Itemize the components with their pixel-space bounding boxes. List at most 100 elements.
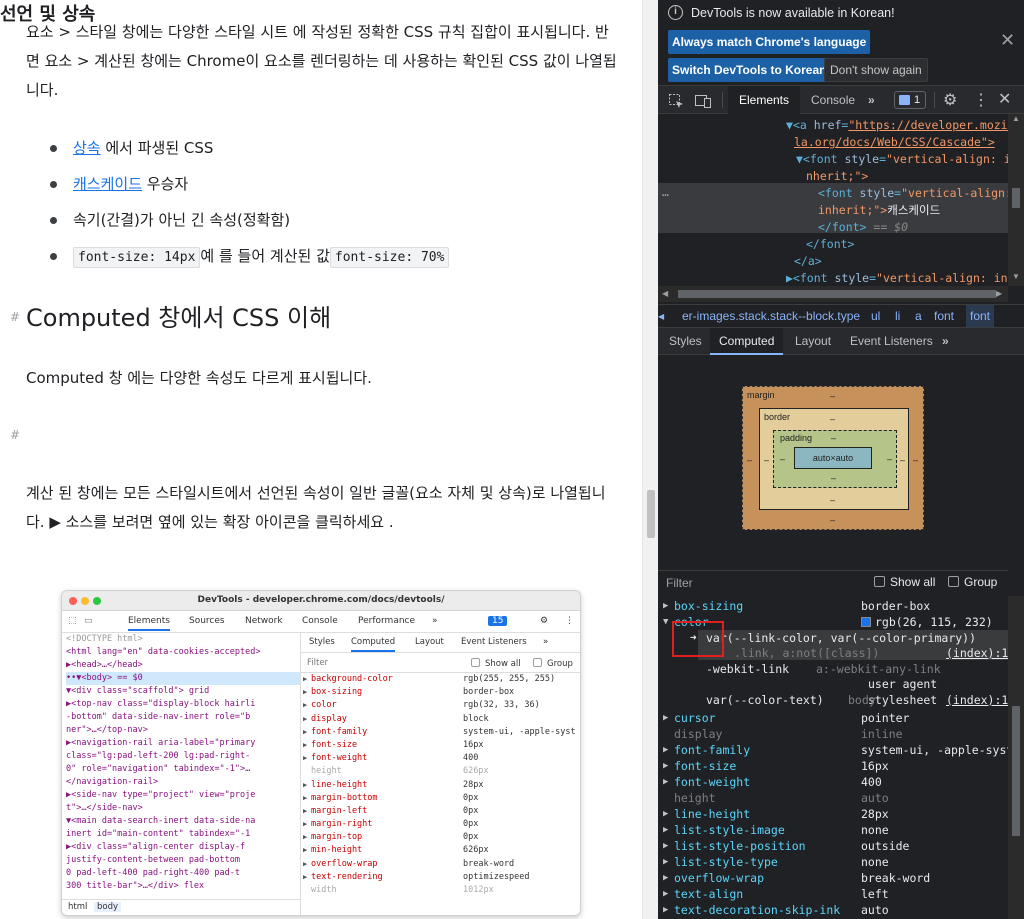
trace-source-link[interactable]: (index):1	[946, 692, 1008, 708]
computed-property-font-size[interactable]: ▶ font-size 16px	[658, 758, 1008, 774]
computed-property-cursor[interactable]: ▶ cursor pointer	[658, 710, 1008, 726]
issues-counter-button[interactable]: 1	[894, 91, 926, 109]
close-icon[interactable]: ✕	[1000, 30, 1015, 51]
more-options-icon[interactable]: ⋮	[973, 90, 989, 110]
box-model-padding-right[interactable]: –	[887, 454, 892, 464]
scroll-left-icon[interactable]: ◀	[662, 289, 668, 298]
computed-property-line-height[interactable]: ▶ line-height 28px	[658, 806, 1008, 822]
box-model-border-bottom[interactable]: –	[830, 495, 835, 505]
dom-line-selected[interactable]: </font> == $0	[818, 219, 908, 236]
more-tabs-chevron-icon[interactable]: »	[868, 93, 875, 107]
box-model-border-right[interactable]: –	[900, 455, 905, 465]
computed-property-display[interactable]: display inline	[658, 726, 1008, 742]
group-checkbox[interactable]: Group	[948, 575, 997, 589]
dom-line[interactable]: nherit;">	[806, 168, 868, 185]
breadcrumb: ◀ er-images.stack.stack--block.type ul l…	[658, 304, 1024, 328]
dom-horizontal-thumb[interactable]	[678, 290, 996, 298]
dom-line[interactable]: ▼<a href="https://developer.mozil	[786, 117, 1008, 134]
heading-anchor[interactable]: #	[10, 428, 20, 442]
tab-computed[interactable]: Computed	[710, 328, 784, 355]
scroll-down-icon[interactable]: ▼	[1012, 272, 1020, 281]
breadcrumb-item-current[interactable]: font	[966, 305, 995, 327]
box-model-padding-left[interactable]: –	[780, 454, 785, 464]
computed-property-list-style-position[interactable]: ▶ list-style-position outside	[658, 838, 1008, 854]
breadcrumb-item[interactable]: font	[934, 309, 954, 323]
box-model-margin-top[interactable]: –	[830, 391, 835, 401]
close-devtools-icon[interactable]: ✕	[998, 89, 1011, 109]
expand-arrow-icon[interactable]: ▶	[663, 758, 668, 774]
dom-line-selected[interactable]: <font style="vertical-align:	[818, 185, 1008, 202]
inspect-element-icon[interactable]	[668, 93, 684, 112]
box-model-padding-top[interactable]: –	[831, 433, 836, 443]
dom-scrollbar-thumb[interactable]	[1012, 188, 1020, 208]
gear-icon[interactable]: ⚙	[943, 90, 957, 110]
always-match-button[interactable]: Always match Chrome's language	[668, 30, 871, 54]
box-model-margin-bottom[interactable]: –	[830, 515, 835, 525]
expand-arrow-icon[interactable]: ▶	[663, 742, 668, 758]
shot-property-value: rgb(32, 33, 36)	[463, 700, 540, 711]
dont-show-again-button[interactable]: Don't show again	[824, 58, 928, 82]
node-actions-icon[interactable]: …	[662, 184, 669, 201]
dom-scrollbar[interactable]: ▲ ▼	[1008, 114, 1024, 286]
dom-line-selected[interactable]: inherit;">캐스케이드	[818, 202, 940, 219]
expand-arrow-icon[interactable]: ▶	[663, 886, 668, 902]
box-model-margin-right[interactable]: –	[913, 455, 918, 465]
tab-layout[interactable]: Layout	[795, 334, 831, 348]
expand-arrow-icon[interactable]: ▶	[663, 870, 668, 886]
color-swatch[interactable]	[861, 617, 871, 627]
switch-korean-button[interactable]: Switch DevTools to Korean	[668, 58, 831, 82]
page-scrollbar[interactable]	[642, 0, 658, 919]
expand-arrow-icon[interactable]: ▶	[663, 854, 668, 870]
tab-elements[interactable]: Elements	[728, 86, 800, 114]
dom-line[interactable]: la.org/docs/Web/CSS/Cascade">	[794, 134, 995, 151]
trace-source-link[interactable]: (index):1	[946, 645, 1008, 661]
show-all-checkbox[interactable]: Show all	[874, 575, 935, 589]
expand-arrow-icon[interactable]: ▶	[663, 838, 668, 854]
breadcrumb-item[interactable]: ul	[871, 309, 880, 323]
computed-scrollbar[interactable]	[1008, 596, 1024, 919]
computed-property-text-decoration-skip-ink[interactable]: ▶ text-decoration-skip-ink auto	[658, 902, 1008, 918]
scroll-up-icon[interactable]: ▲	[1012, 114, 1020, 123]
expand-arrow-icon[interactable]: ▶	[663, 822, 668, 838]
expand-arrow-icon[interactable]: ▶	[663, 806, 668, 822]
computed-property-height[interactable]: height auto	[658, 790, 1008, 806]
heading-anchor[interactable]: #	[10, 310, 20, 324]
box-model-border-left[interactable]: –	[764, 455, 769, 465]
scroll-right-icon[interactable]: ▶	[996, 289, 1002, 298]
computed-property-font-weight[interactable]: ▶ font-weight 400	[658, 774, 1008, 790]
dom-line[interactable]: </font>	[806, 236, 854, 253]
device-toolbar-icon[interactable]	[694, 93, 712, 112]
computed-filter-input[interactable]: Filter	[666, 576, 693, 590]
dom-line[interactable]: ▼<font style="vertical-align: i	[796, 151, 1008, 168]
box-model-border-top[interactable]: –	[830, 414, 835, 424]
expand-arrow-icon[interactable]: ▶	[663, 710, 668, 726]
expand-arrow-icon[interactable]: ▶	[663, 598, 668, 614]
box-model-content[interactable]: auto×auto	[794, 447, 872, 469]
tab-console[interactable]: Console	[811, 93, 855, 107]
box-model-margin-left[interactable]: –	[747, 455, 752, 465]
breadcrumb-item[interactable]: er-images.stack.stack--block.type	[682, 309, 860, 323]
dom-line[interactable]: ▶<font style="vertical-align: inh	[786, 270, 1008, 286]
inheritance-link[interactable]: 상속	[73, 139, 101, 157]
computed-property-font-family[interactable]: ▶ font-family system-ui, -apple-syst	[658, 742, 1008, 758]
cascade-link[interactable]: 캐스케이드	[73, 175, 142, 193]
computed-property-box-sizing[interactable]: ▶ box-sizing border-box	[658, 598, 1008, 614]
collapse-arrow-icon[interactable]: ▼	[663, 614, 668, 630]
crumb-scroll-left-icon[interactable]: ◀	[658, 312, 664, 321]
dom-horizontal-scrollbar[interactable]: ◀ ▶	[658, 286, 1008, 302]
more-panes-chevron-icon[interactable]: »	[942, 334, 949, 348]
computed-property-list-style-image[interactable]: ▶ list-style-image none	[658, 822, 1008, 838]
page-scrollbar-thumb[interactable]	[647, 490, 655, 538]
tab-event-listeners[interactable]: Event Listeners	[850, 334, 933, 348]
box-model-padding-bottom[interactable]: –	[831, 473, 836, 483]
computed-property-overflow-wrap[interactable]: ▶ overflow-wrap break-word	[658, 870, 1008, 886]
dom-line[interactable]: </a>	[794, 253, 822, 270]
computed-scrollbar-thumb[interactable]	[1012, 706, 1020, 836]
computed-property-text-align[interactable]: ▶ text-align left	[658, 886, 1008, 902]
expand-arrow-icon[interactable]: ▶	[663, 774, 668, 790]
breadcrumb-item[interactable]: li	[895, 309, 900, 323]
computed-property-list-style-type[interactable]: ▶ list-style-type none	[658, 854, 1008, 870]
expand-arrow-icon[interactable]: ▶	[663, 902, 668, 918]
breadcrumb-item[interactable]: a	[915, 309, 922, 323]
tab-styles[interactable]: Styles	[669, 334, 702, 348]
